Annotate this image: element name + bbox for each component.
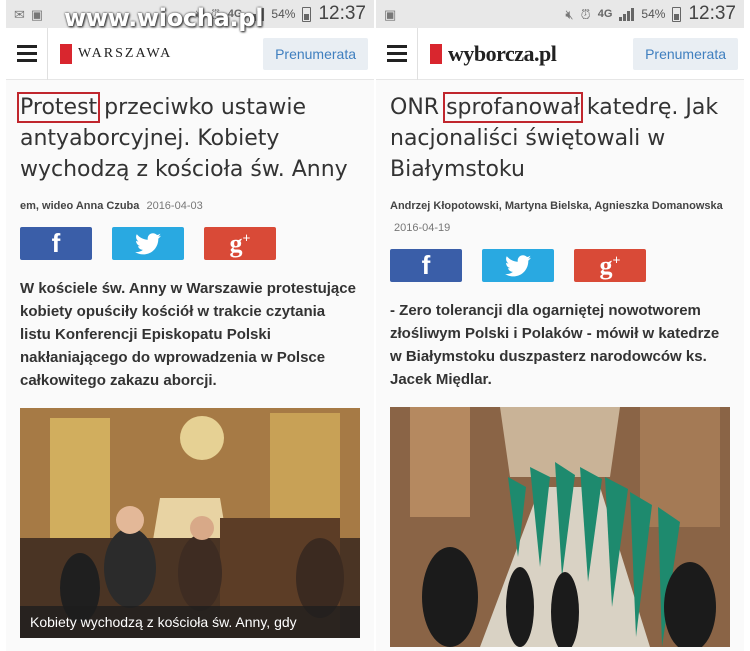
mute-icon: 🔇︎ [565, 6, 574, 22]
article-lead: - Zero tolerancji dla ogarniętej nowotwo… [390, 302, 720, 388]
twitter-share-button[interactable] [112, 227, 184, 260]
article-photo[interactable]: Kobiety wychodzą z kościoła św. Anny, gd… [20, 408, 360, 638]
twitter-icon [135, 232, 161, 254]
logo-mark [430, 43, 442, 64]
gallery-icon: ▣ [30, 6, 44, 22]
twitter-icon [505, 254, 531, 276]
photo-caption: Kobiety wychodzą z kościoła św. Anny, gd… [20, 606, 360, 638]
highlighted-word: Protest [16, 92, 101, 123]
article-headline: Protest przeciwko ustawie antyaborcyjnej… [16, 92, 360, 185]
google-plus-icon: g+ [599, 250, 621, 280]
site-logo[interactable]: WARSZAWA [60, 43, 173, 64]
app-bar: wyborcza.pl Prenumerata [376, 27, 744, 80]
facebook-icon: f [421, 250, 431, 280]
battery-percent: 54% [271, 7, 296, 21]
google-plus-icon: g+ [229, 228, 251, 258]
byline-date: 2016-04-03 [146, 200, 203, 212]
site-logo[interactable]: wyborcza.pl [430, 40, 557, 67]
facebook-share-button[interactable]: f [20, 227, 92, 260]
app-bar: WARSZAWA Prenumerata [6, 27, 374, 80]
google-plus-share-button[interactable]: g+ [574, 249, 646, 282]
church-interior-image [20, 408, 360, 638]
mail-icon: ✉ [14, 6, 25, 22]
article: ONR sprofanował katedrę. Jak nacjonaliśc… [376, 80, 744, 647]
article-lead: W kościele św. Anny w Warszawie protestu… [20, 280, 356, 389]
share-buttons: f g+ [390, 249, 730, 282]
byline-authors: em, wideo Anna Czuba [20, 200, 140, 212]
facebook-icon: f [51, 228, 61, 258]
twitter-share-button[interactable] [482, 249, 554, 282]
cathedral-interior-image [390, 407, 730, 647]
logo-text: wyborcza.pl [448, 40, 557, 66]
headline-pre: ONR [390, 95, 447, 120]
hamburger-menu-icon[interactable] [6, 27, 48, 80]
facebook-share-button[interactable]: f [390, 249, 462, 282]
logo-mark [60, 43, 72, 64]
share-buttons: f g+ [20, 227, 360, 260]
battery-icon [672, 6, 682, 22]
alarm-icon: ⏰︎ [580, 6, 591, 22]
byline: Andrzej Kłopotowski, Martyna Bielska, Ag… [390, 195, 730, 239]
hamburger-menu-icon[interactable] [376, 27, 418, 80]
subscribe-button[interactable]: Prenumerata [263, 37, 368, 70]
google-plus-share-button[interactable]: g+ [204, 227, 276, 260]
right-screenshot: ▣ 🔇︎ ⏰︎ 4G 54% 12:37 wyborcza.pl Prenume… [376, 0, 744, 651]
status-bar: ▣ 🔇︎ ⏰︎ 4G 54% 12:37 [376, 0, 744, 28]
network-type: 4G [597, 8, 613, 20]
article-photo[interactable] [390, 407, 730, 647]
article: Protest przeciwko ustawie antyaborcyjnej… [6, 80, 374, 638]
subscribe-button[interactable]: Prenumerata [633, 37, 738, 70]
signal-icon [619, 7, 635, 21]
logo-text: WARSZAWA [78, 45, 173, 61]
watermark: www.wiocha.pl [64, 4, 264, 32]
highlighted-word: sprofanował [443, 92, 583, 123]
left-screenshot: ✉ ▣ 🔇︎ ⏰︎ 4G 54% 12:37 www.wiocha.pl WAR… [6, 0, 374, 651]
battery-percent: 54% [641, 7, 666, 21]
clock: 12:37 [318, 3, 366, 24]
article-headline: ONR sprofanował katedrę. Jak nacjonaliśc… [390, 92, 730, 185]
byline-date: 2016-04-19 [394, 222, 451, 234]
battery-icon [302, 6, 312, 22]
byline-authors: Andrzej Kłopotowski, Martyna Bielska, Ag… [390, 200, 723, 212]
clock: 12:37 [688, 3, 736, 24]
byline: em, wideo Anna Czuba 2016-04-03 [20, 195, 360, 217]
gallery-icon: ▣ [384, 6, 397, 22]
